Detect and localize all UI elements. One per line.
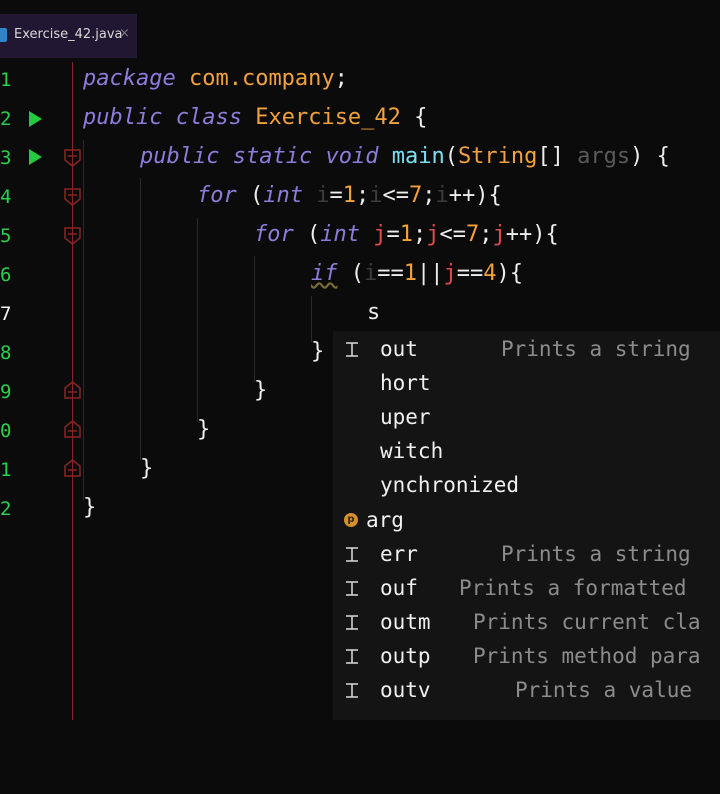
indent-guide [197,218,198,422]
line-number: 5 [0,225,12,247]
code-completion-popup: out Prints a string hort uper witch ynch… [333,331,720,720]
completion-item[interactable]: outm Prints current cla [333,606,720,640]
code-line-6[interactable]: if (i==1||j==4){ [311,261,523,287]
template-icon [344,579,360,597]
code-line-3[interactable]: public static void main(String[] args) { [140,144,670,170]
code-line-5[interactable]: for (int j=1;j<=7;j++){ [254,222,559,248]
completion-item[interactable]: p arg [333,504,720,538]
line-number: 8 [0,342,12,364]
parameter-icon: p [344,513,358,527]
code-line-11[interactable]: } [140,456,153,482]
fold-icon[interactable] [63,148,82,168]
line-number: 9 [0,381,12,403]
completion-item[interactable]: hort [333,367,720,401]
code-line-10[interactable]: } [197,417,210,443]
file-tab-label: Exercise_42.java [14,27,123,42]
line-number: 3 [0,147,12,169]
run-class-icon[interactable] [29,111,42,127]
indent-guide [83,140,84,500]
indent-guide [140,178,141,460]
completion-item[interactable]: err Prints a string [333,538,720,572]
fold-icon[interactable] [63,187,82,207]
line-number: 2 [0,498,12,520]
java-file-icon [0,28,7,42]
code-line-1[interactable]: package com.company; [83,66,348,92]
code-line-4[interactable]: for (int i=1;i<=7;i++){ [197,183,502,209]
indent-guide [254,256,255,382]
run-main-icon[interactable] [29,149,42,165]
completion-item[interactable]: outp Prints method para [333,640,720,674]
template-icon [344,545,360,563]
completion-item[interactable]: outv Prints a value [333,674,720,708]
line-number: 4 [0,186,12,208]
editor-tab-bar: Exercise_42.java × [0,0,720,62]
indent-guide [311,296,312,342]
template-icon [344,613,360,631]
fold-icon[interactable] [63,226,82,246]
code-line-8[interactable]: } [311,339,324,365]
completion-item[interactable]: witch [333,435,720,469]
line-number: 2 [0,108,12,130]
line-number-current: 7 [0,303,12,325]
completion-item[interactable]: out Prints a string [333,333,720,367]
fold-end-icon[interactable] [63,380,82,400]
completion-item[interactable]: uper [333,401,720,435]
line-number: 1 [0,459,12,481]
completion-item[interactable]: ynchronized [333,469,720,503]
code-line-7-typed[interactable]: s [367,300,380,326]
template-icon [344,647,360,665]
fold-end-icon[interactable] [63,458,82,478]
code-line-9[interactable]: } [254,378,267,404]
fold-end-icon[interactable] [63,419,82,439]
line-number: 1 [0,69,12,91]
code-line-2[interactable]: public class Exercise_42 { [83,105,427,131]
file-tab[interactable]: Exercise_42.java × [0,14,137,58]
close-tab-icon[interactable]: × [119,26,130,41]
line-number: 6 [0,264,12,286]
completion-item[interactable]: ouf Prints a formatted [333,572,720,606]
line-number: 0 [0,420,12,442]
template-icon [344,340,360,358]
code-line-12[interactable]: } [83,495,96,521]
template-icon [344,681,360,699]
